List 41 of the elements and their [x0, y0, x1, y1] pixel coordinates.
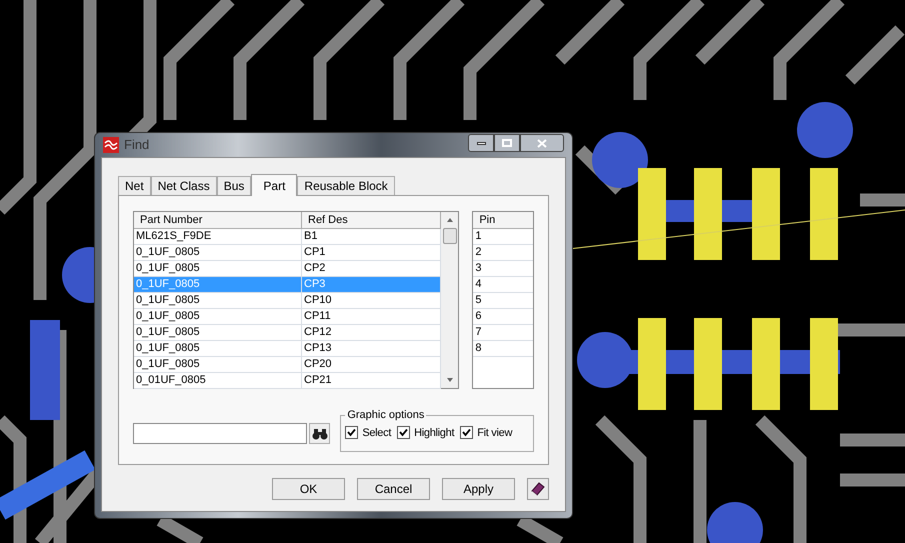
table-cell: 0_1UF_0805 — [134, 277, 302, 292]
checkbox-label: Fit view — [477, 426, 512, 440]
table-row[interactable]: 0_1UF_0805 CP1 — [134, 245, 442, 261]
group-title: Graphic options — [346, 408, 426, 423]
table-row[interactable]: 0_1UF_0805 CP13 — [134, 341, 442, 357]
pin-item[interactable]: 7 — [473, 325, 533, 341]
dialog-button[interactable]: Cancel — [357, 478, 430, 500]
table-cell: 0_1UF_0805 — [134, 245, 302, 260]
pin-item[interactable]: 8 — [473, 341, 533, 357]
table-row[interactable]: 0_1UF_0805 CP20 — [134, 357, 442, 373]
table-cell: 0_1UF_0805 — [134, 293, 302, 308]
column-header[interactable]: Part Number — [134, 212, 302, 228]
table-cell: 0_1UF_0805 — [134, 325, 302, 340]
pin-item[interactable]: 1 — [473, 229, 533, 245]
pin-item[interactable]: 4 — [473, 277, 533, 293]
dialog-button[interactable]: OK — [272, 478, 345, 500]
tab[interactable]: Net Class — [150, 176, 217, 195]
table-row[interactable]: 0_1UF_0805 CP11 — [134, 309, 442, 325]
pin-item[interactable]: 6 — [473, 309, 533, 325]
table-cell: 0_01UF_0805 — [134, 373, 302, 388]
pin-item[interactable]: 5 — [473, 293, 533, 309]
dialog-button[interactable]: Apply — [442, 478, 515, 500]
checkbox-label: Select — [362, 426, 392, 440]
column-header[interactable]: Pin — [473, 212, 533, 229]
table-row[interactable]: 0_1UF_0805 CP12 — [134, 325, 442, 341]
tab[interactable]: Bus — [216, 176, 252, 195]
tab[interactable]: Part — [251, 174, 298, 196]
table-row[interactable]: 0_1UF_0805 CP10 — [134, 293, 442, 309]
table-row[interactable]: ML621S_F9DE B1 — [134, 229, 442, 245]
tab[interactable]: Reusable Block — [297, 176, 395, 195]
tab[interactable]: Net — [118, 176, 151, 195]
table-cell: 0_1UF_0805 — [134, 309, 302, 324]
window-title: Find — [124, 136, 150, 154]
table-cell: 0_1UF_0805 — [134, 341, 302, 356]
checkbox-label: Highlight — [414, 426, 454, 440]
table-cell: ML621S_F9DE — [134, 229, 302, 244]
table-row[interactable]: 0_01UF_0805 CP21 — [134, 373, 442, 389]
pin-item[interactable]: 2 — [473, 245, 533, 261]
table-cell: 0_1UF_0805 — [134, 261, 302, 276]
pin-item[interactable]: 3 — [473, 261, 533, 277]
table-cell: 0_1UF_0805 — [134, 357, 302, 372]
